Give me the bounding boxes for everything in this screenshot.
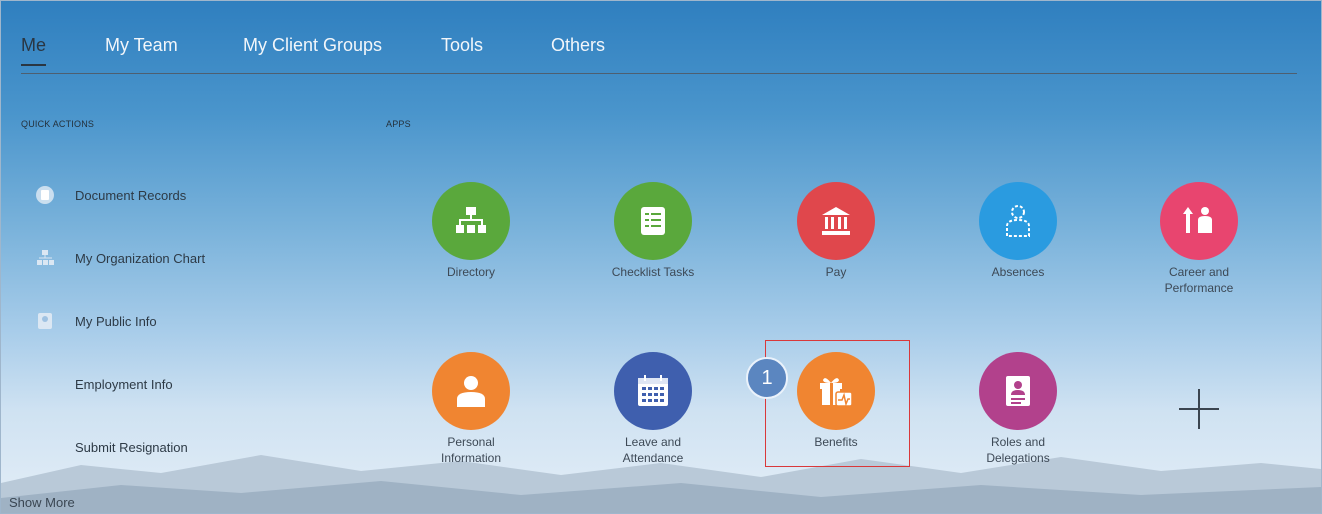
- app-label: Career and Performance: [1164, 265, 1234, 295]
- quick-action-label: Submit Resignation: [75, 439, 188, 455]
- person-outline-icon: [1006, 205, 1030, 237]
- app-label: Absences: [991, 265, 1045, 279]
- app-label: Roles and Delegations: [986, 435, 1050, 465]
- quick-action-my-organization-chart[interactable]: My Organization Chart: [35, 245, 205, 271]
- app-label: Leave and Attendance: [622, 435, 684, 465]
- app-icon-circle: [979, 182, 1057, 260]
- app-label: Directory: [446, 265, 495, 279]
- career-people-icon: [1183, 207, 1212, 233]
- app-icon-circle: [614, 182, 692, 260]
- app-label: Pay: [825, 265, 847, 279]
- quick-action-submit-resignation[interactable]: Submit Resignation: [35, 434, 188, 460]
- quick-action-label: Document Records: [75, 187, 187, 203]
- step-number-badge: 1: [746, 357, 788, 399]
- app-roles-and-delegations[interactable]: Roles and Delegations: [948, 352, 1088, 466]
- app-pay[interactable]: Pay: [766, 182, 906, 280]
- app-icon-circle: [1160, 182, 1238, 260]
- app-checklist-tasks[interactable]: Checklist Tasks: [583, 182, 723, 280]
- calendar-icon: [638, 375, 668, 406]
- checklist-icon: [641, 207, 665, 235]
- badge-icon: [1006, 376, 1030, 406]
- app-icon-circle: [432, 352, 510, 430]
- app-label: Personal Information: [440, 435, 502, 465]
- tab-tools[interactable]: Tools: [441, 35, 483, 56]
- tab-others[interactable]: Others: [551, 35, 605, 56]
- tab-me[interactable]: Me: [21, 35, 47, 66]
- top-navigation: Me My Team My Client Groups Tools Others: [21, 29, 1297, 74]
- app-frame: Me My Team My Client Groups Tools Others…: [0, 0, 1322, 514]
- quick-actions-heading: QUICK ACTIONS: [21, 119, 95, 129]
- tab-my-team[interactable]: My Team: [105, 35, 178, 56]
- add-app-plus-icon[interactable]: [1179, 389, 1219, 429]
- app-leave-and-attendance[interactable]: Leave and Attendance: [583, 352, 723, 466]
- quick-action-label: Employment Info: [75, 376, 173, 392]
- quick-action-employment-info[interactable]: Employment Info: [35, 371, 173, 397]
- org-chart-icon: [456, 207, 486, 233]
- quick-action-my-public-info[interactable]: My Public Info: [35, 308, 157, 334]
- app-icon-circle: [979, 352, 1057, 430]
- tab-my-client-groups[interactable]: My Client Groups: [243, 35, 382, 56]
- app-directory[interactable]: Directory: [401, 182, 541, 280]
- org-chart-icon: [37, 250, 54, 265]
- benefits-highlight-box: [765, 340, 910, 467]
- app-absences[interactable]: Absences: [948, 182, 1088, 280]
- app-icon-circle: [432, 182, 510, 260]
- app-career-and-performance[interactable]: Career and Performance: [1129, 182, 1269, 296]
- quick-action-label: My Organization Chart: [75, 250, 206, 266]
- app-icon-circle: [614, 352, 692, 430]
- quick-action-label: My Public Info: [75, 313, 157, 329]
- apps-heading: APPS: [386, 119, 411, 129]
- bank-icon: [822, 207, 850, 235]
- submit-resignation-icon: [35, 437, 55, 457]
- show-more-link[interactable]: Show More: [9, 495, 75, 510]
- app-label: Checklist Tasks: [611, 265, 695, 279]
- person-icon: [457, 376, 485, 407]
- app-personal-information[interactable]: Personal Information: [401, 352, 541, 466]
- quick-action-document-records[interactable]: Document Records: [35, 182, 186, 208]
- app-icon-circle: [797, 182, 875, 260]
- document-records-icon: [36, 186, 54, 204]
- employment-info-icon: [35, 374, 55, 394]
- public-info-icon: [38, 313, 52, 329]
